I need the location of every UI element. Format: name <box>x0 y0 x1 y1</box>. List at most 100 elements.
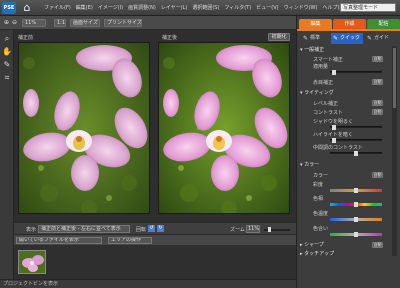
smart-fix-label: スマート補正 <box>313 57 343 63</box>
saturation-slider-thumb[interactable] <box>354 188 358 193</box>
hue-slider[interactable] <box>330 202 382 207</box>
panel-scrollbar[interactable] <box>392 46 397 256</box>
scrollbar-thumb[interactable] <box>393 48 396 108</box>
menu-view[interactable]: ビュー(V) <box>256 4 278 11</box>
rotate-left-icon[interactable]: ↺ <box>148 225 155 232</box>
zoom-icon[interactable]: ⊕ <box>4 19 10 27</box>
quick-fix-label: クイック <box>340 35 361 41</box>
zoom-tool-icon[interactable]: ⌕ <box>2 34 12 44</box>
after-label: 補正後 <box>162 35 178 41</box>
toolbox: ⌕ ✋ ✎ ⌗ <box>0 30 14 288</box>
contrast-label: コントラスト <box>313 110 343 116</box>
tab-accent-line <box>297 29 400 31</box>
section-touchup-title: タッチアップ <box>304 251 335 257</box>
zoom-slider-thumb[interactable] <box>268 227 271 232</box>
full-edit-icon: ✎ <box>303 35 309 42</box>
saturation-slider[interactable] <box>330 188 382 193</box>
after-photo[interactable] <box>158 42 290 214</box>
organizer-button[interactable]: 写真整理モード <box>340 3 396 12</box>
project-bin <box>14 245 296 279</box>
midtone-slider[interactable] <box>330 151 382 156</box>
toggle-bin-link[interactable]: プロジェクトビンを表示 <box>3 281 58 287</box>
options-bar: ⊕ ⊖ 11% 1:1 画面サイズ プリントサイズ <box>0 16 296 30</box>
color-auto-button[interactable]: 自動 <box>372 172 383 178</box>
section-general-title: 一般補正 <box>304 47 325 53</box>
home-icon[interactable]: ⌂ <box>20 1 34 15</box>
bin-show-select[interactable]: 開いているファイルを表示 <box>16 237 102 244</box>
color-label: カラー <box>313 173 329 179</box>
hue-label: 色相 <box>313 196 324 202</box>
midtone-slider-thumb[interactable] <box>354 151 358 156</box>
zoom-value-field[interactable]: 11% <box>246 225 260 233</box>
project-bin-bar: 開いているファイルを表示 エリアの操作 <box>14 234 296 245</box>
midtone-label: 中間調のコントラスト <box>313 145 363 151</box>
hand-tool-icon[interactable]: ✋ <box>2 47 12 57</box>
section-lighting-title: ライティング <box>304 90 334 96</box>
section-color[interactable]: ▾ カラー <box>300 162 396 169</box>
shadow-slider[interactable] <box>330 125 382 130</box>
amount-label: 適用量 <box>313 64 329 70</box>
red-eye-label: 赤目補正 <box>313 80 334 86</box>
zoom-label: ズーム <box>230 227 245 233</box>
menu-layer[interactable]: レイヤー(L) <box>161 4 188 11</box>
levels-label: レベル補正 <box>313 101 339 107</box>
reset-button[interactable]: 初期化 <box>268 33 290 41</box>
highlight-slider-thumb[interactable] <box>332 138 336 143</box>
section-lighting[interactable]: ▾ ライティング <box>300 90 396 97</box>
temperature-slider-thumb[interactable] <box>354 217 358 222</box>
guided-edit-label: ガイド <box>374 35 390 41</box>
smart-fix-auto-button[interactable]: 自動 <box>372 56 383 62</box>
temperature-slider[interactable] <box>330 217 382 222</box>
section-touchup[interactable]: ▸ タッチアップ <box>300 251 396 258</box>
crop-tool-icon[interactable]: ⌗ <box>2 73 12 83</box>
actual-pixels-button[interactable]: 1:1 <box>54 19 66 27</box>
menu-file[interactable]: ファイル(F) <box>44 4 71 11</box>
menu-window[interactable]: ウィンドウ(W) <box>284 4 318 11</box>
highlight-label: ハイライトを暗く <box>313 132 353 138</box>
hue-slider-thumb[interactable] <box>354 202 358 207</box>
contrast-auto-button[interactable]: 自動 <box>372 109 383 115</box>
zoom-field[interactable]: 11% <box>22 19 46 27</box>
tint-slider[interactable] <box>330 232 382 237</box>
rotate-label: 回転 <box>136 227 147 233</box>
amount-slider[interactable] <box>330 70 382 75</box>
quick-fix-icon: ✎ <box>333 35 339 42</box>
menu-bar: ファイル(F) 編集(E) イメージ(I) 画質調整(N) レイヤー(L) 選択… <box>44 4 345 11</box>
zoom-slider[interactable] <box>264 227 290 232</box>
bin-action-menu[interactable]: エリアの操作 <box>108 237 152 244</box>
menu-image[interactable]: イメージ(I) <box>98 4 123 11</box>
status-bar: プロジェクトビンを表示 <box>0 279 296 288</box>
sharpen-auto-button[interactable]: 自動 <box>372 242 383 248</box>
section-color-title: カラー <box>304 162 320 168</box>
levels-auto-button[interactable]: 自動 <box>372 100 383 106</box>
shadow-label: シャドウを明るく <box>313 119 354 125</box>
bin-thumbnail[interactable] <box>18 250 46 274</box>
before-label: 補正前 <box>18 35 34 41</box>
red-eye-auto-button[interactable]: 自動 <box>372 79 383 85</box>
fit-screen-button[interactable]: 画面サイズ <box>70 19 100 27</box>
print-size-button[interactable]: プリントサイズ <box>104 19 142 27</box>
highlight-slider[interactable] <box>330 138 382 143</box>
before-photo[interactable] <box>18 42 150 214</box>
shadow-slider-thumb[interactable] <box>332 125 336 130</box>
rotate-right-icon[interactable]: ↻ <box>157 225 164 232</box>
saturation-label: 彩度 <box>313 182 324 188</box>
zoom-out-icon[interactable]: ⊖ <box>12 19 18 27</box>
full-edit-label: 標準 <box>310 35 321 41</box>
view-mode-select[interactable]: 補正前と補正後 - 左右に並べて表示 <box>38 225 130 233</box>
tint-slider-thumb[interactable] <box>354 232 358 237</box>
tab-edit[interactable]: 編集 <box>299 19 332 29</box>
menu-filter[interactable]: フィルタ(T) <box>224 4 251 11</box>
menu-edit[interactable]: 編集(E) <box>76 4 93 11</box>
tab-create[interactable]: 作成 <box>333 19 366 29</box>
menu-select[interactable]: 選択範囲(S) <box>192 4 219 11</box>
menu-enhance[interactable]: 画質調整(N) <box>128 4 156 11</box>
section-sharpen-title: シャープ <box>304 242 324 248</box>
amount-slider-thumb[interactable] <box>332 70 336 75</box>
tab-share[interactable]: 配信 <box>367 19 400 29</box>
temperature-label: 色温度 <box>313 211 329 217</box>
section-general-fix[interactable]: ▾ 一般補正 <box>300 47 396 54</box>
view-bar: 表示 補正前と補正後 - 左右に並べて表示 回転 ↺ ↻ ズーム 11% <box>14 222 296 234</box>
app-logo: PSE <box>2 2 16 14</box>
brush-tool-icon[interactable]: ✎ <box>2 60 12 70</box>
